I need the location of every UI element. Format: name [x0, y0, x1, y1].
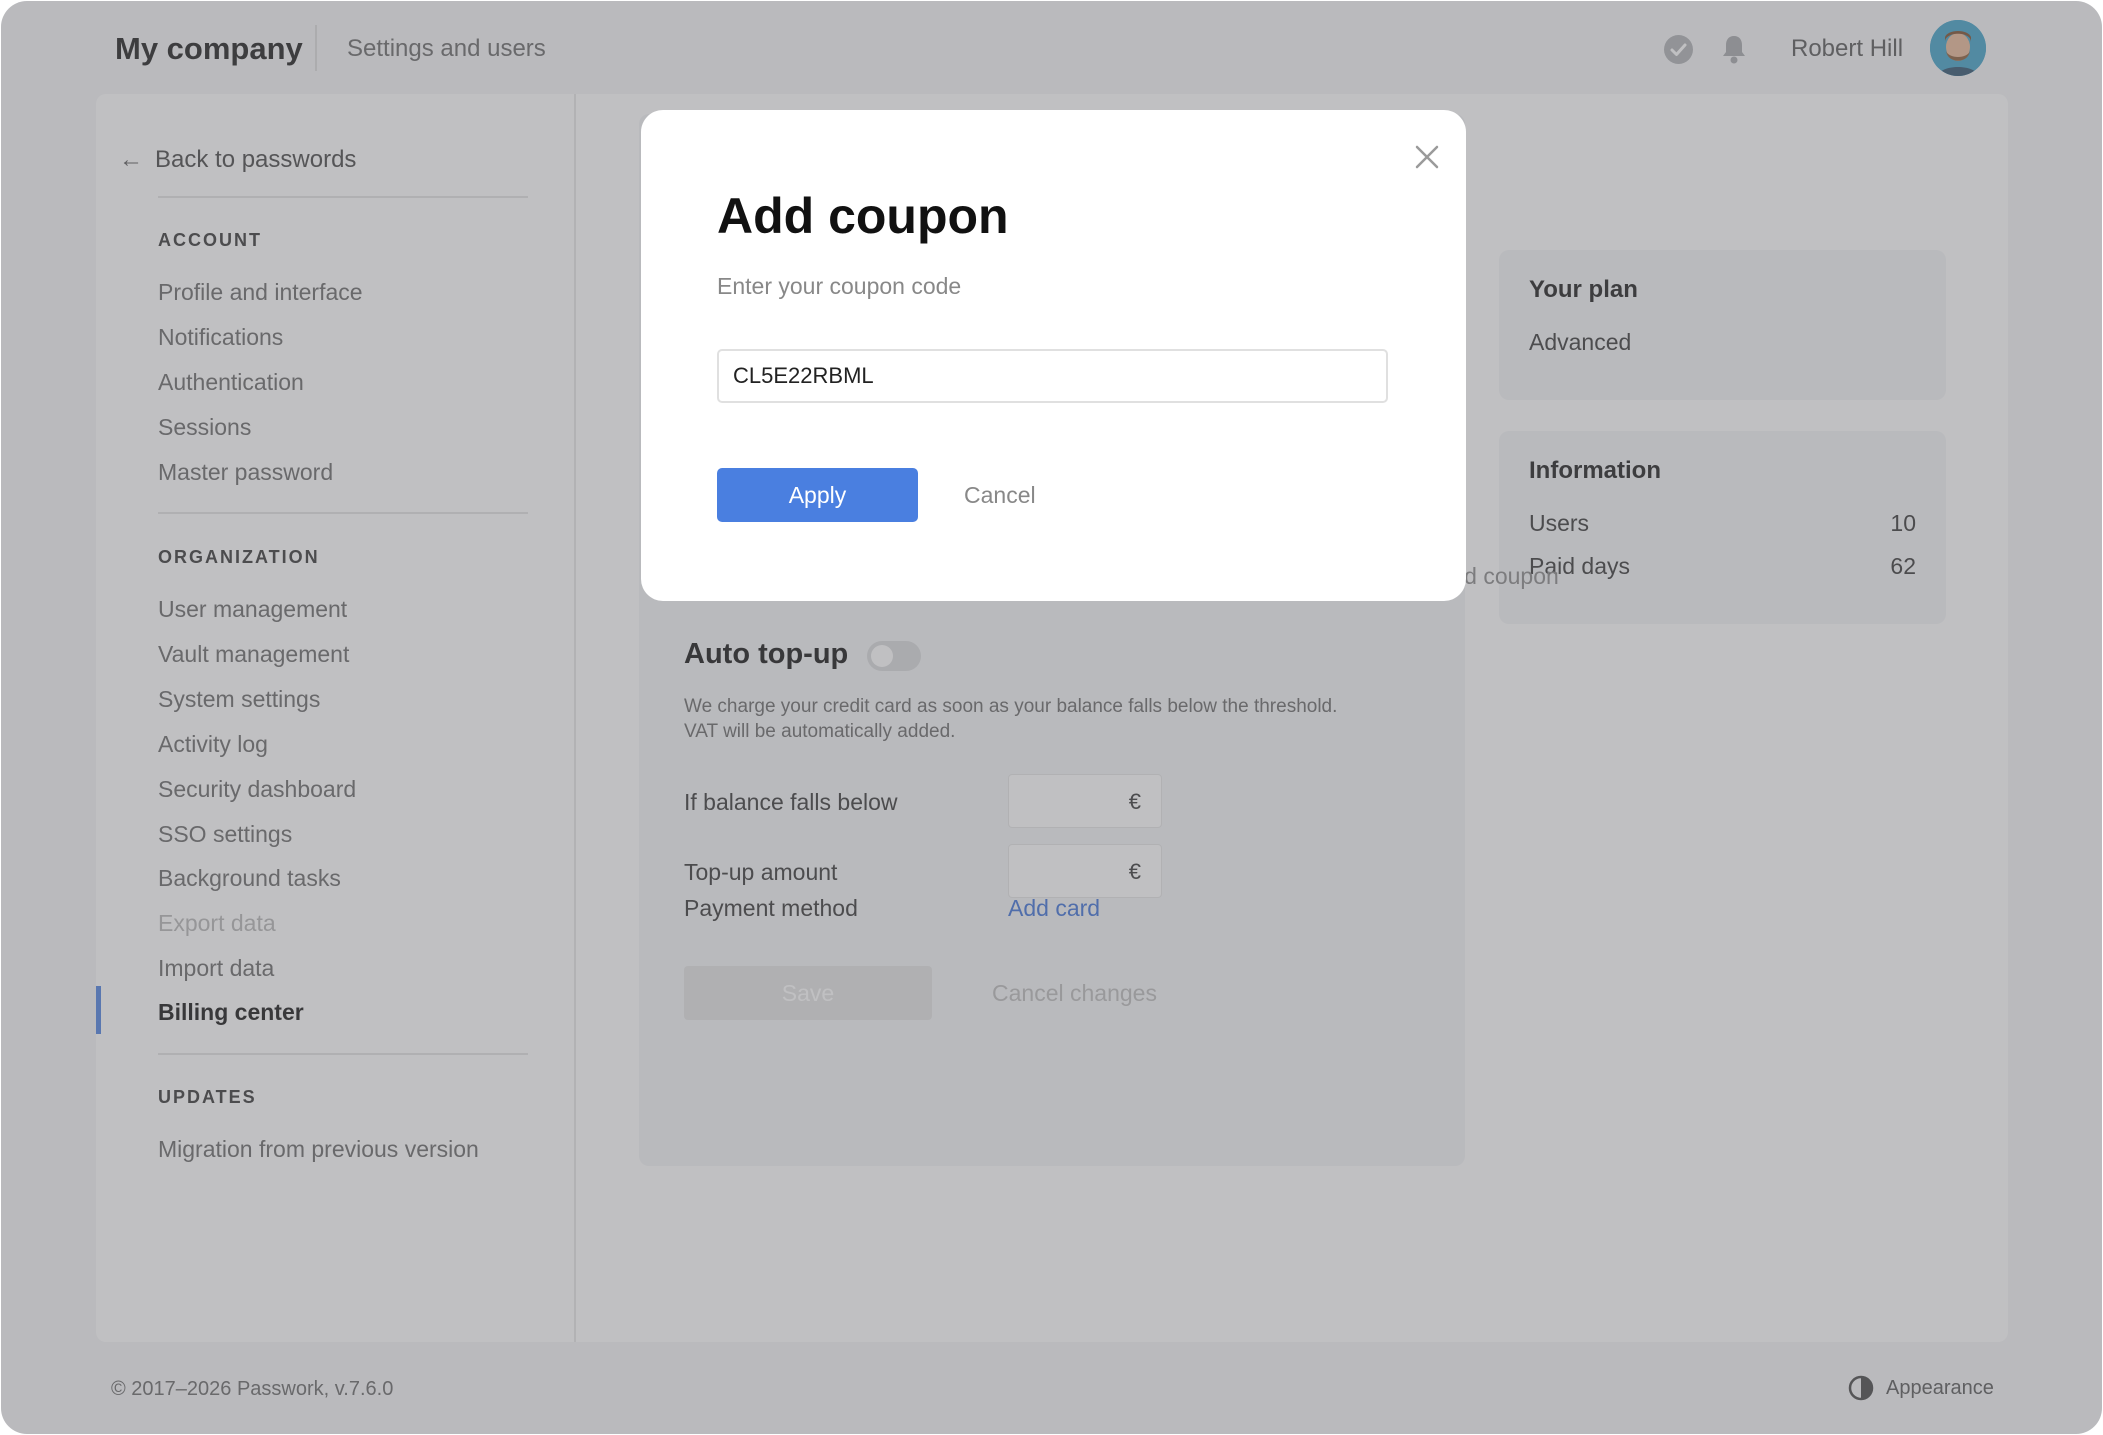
modal-subtitle: Enter your coupon code	[717, 273, 962, 299]
apply-button[interactable]: Apply	[717, 468, 918, 522]
modal-title: Add coupon	[717, 188, 1009, 244]
add-coupon-modal: Add coupon Enter your coupon code Apply …	[641, 110, 1466, 601]
app-window: My company Settings and users Robert Hil…	[1, 1, 2102, 1434]
close-icon[interactable]	[1409, 139, 1445, 175]
cancel-button[interactable]: Cancel	[964, 482, 1036, 509]
coupon-code-input[interactable]	[717, 349, 1388, 403]
